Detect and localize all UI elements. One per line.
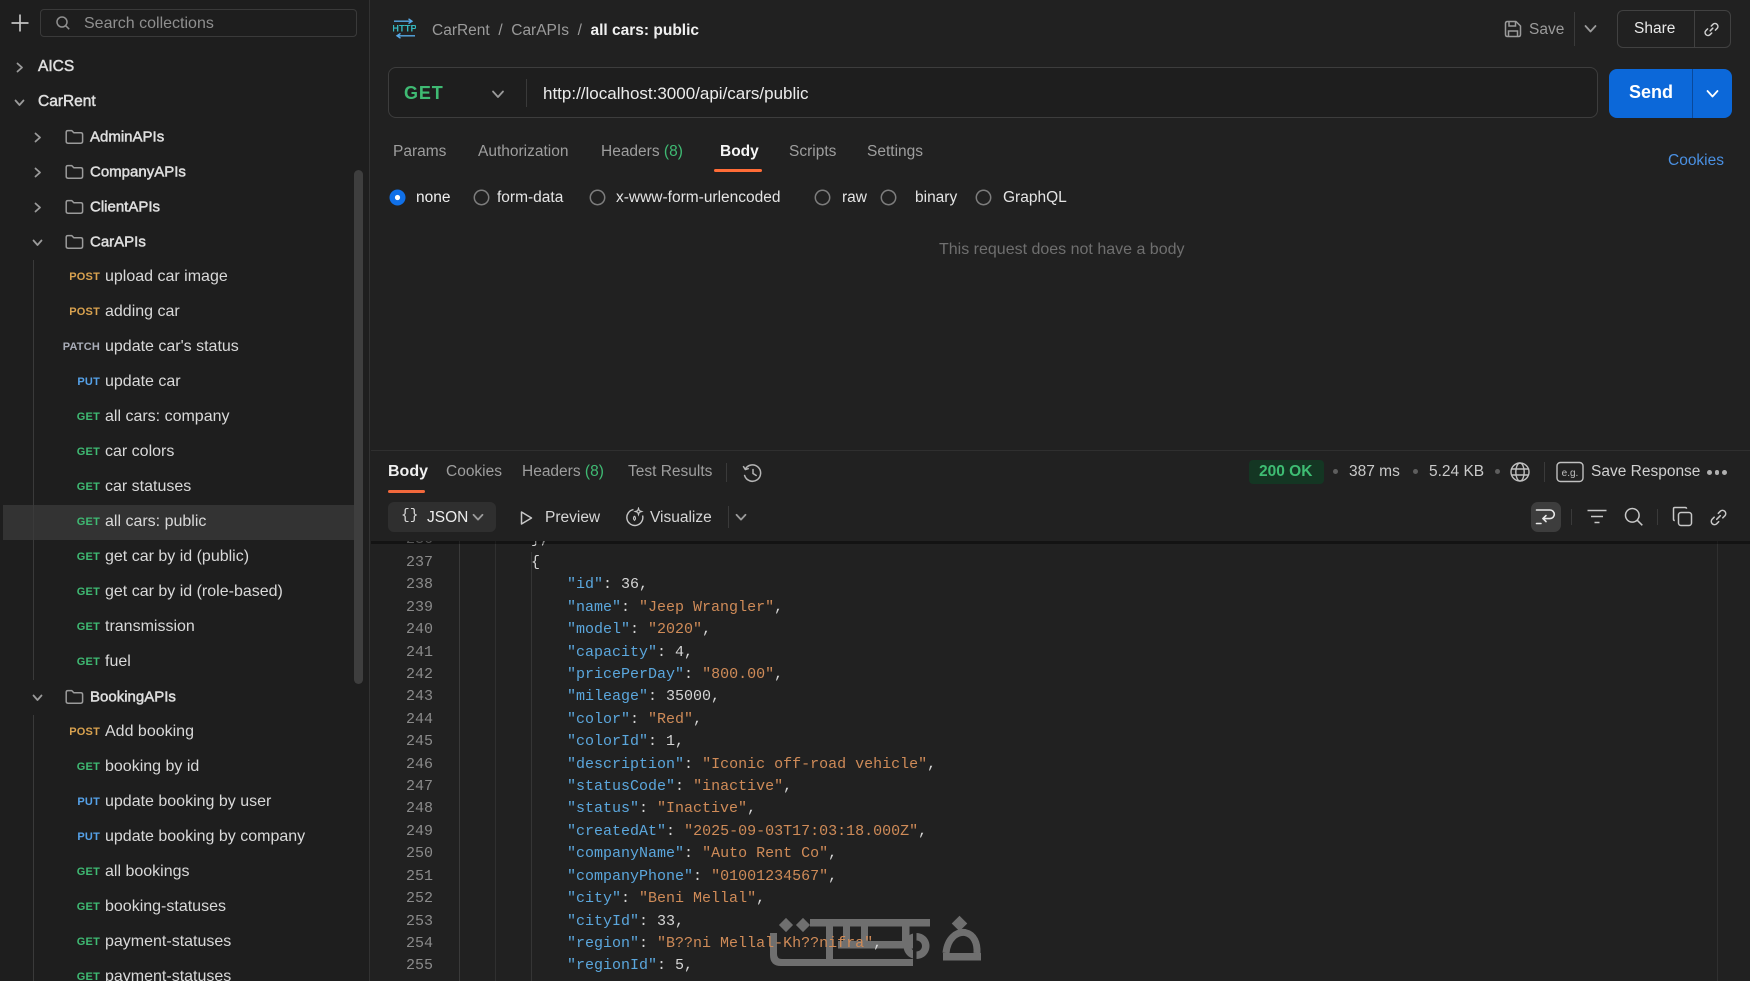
svg-text:e.g.: e.g. <box>1562 468 1579 479</box>
svg-text:HTTP: HTTP <box>393 24 416 35</box>
